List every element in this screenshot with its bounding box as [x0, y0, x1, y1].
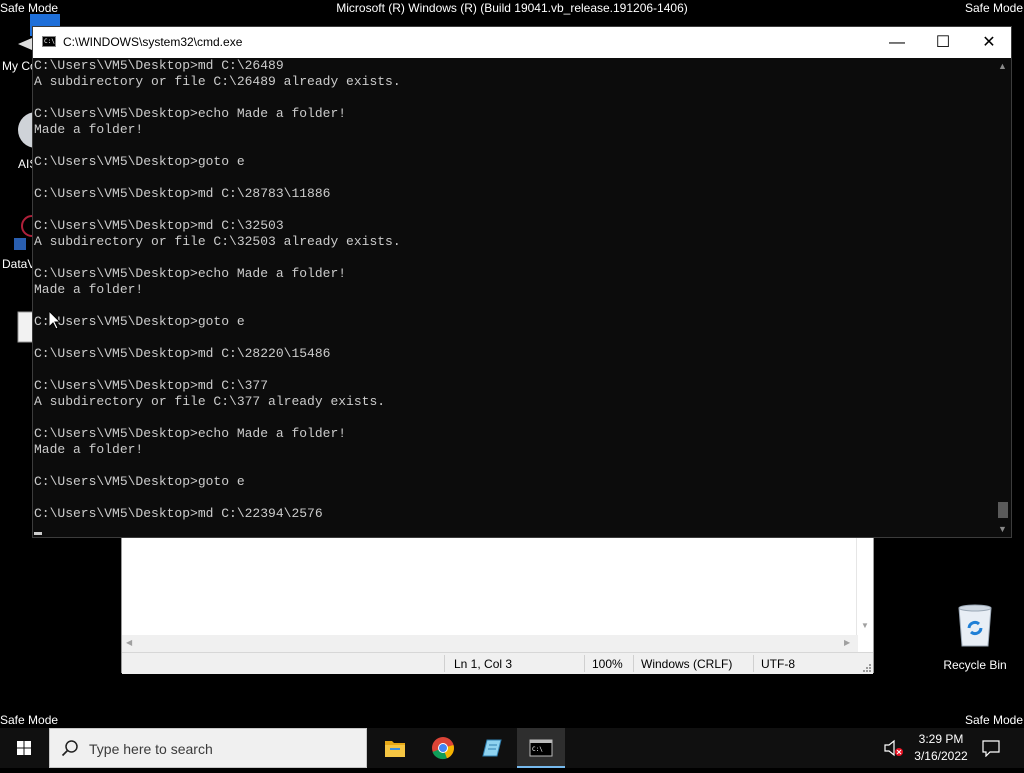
taskbar-search-box[interactable]: Type here to search: [49, 728, 367, 768]
status-divider: [633, 655, 634, 672]
scrollbar-thumb[interactable]: [998, 502, 1008, 518]
status-divider: [444, 655, 445, 672]
mouse-pointer-icon: [48, 309, 62, 335]
notepad-window[interactable]: ▼ ◀ ▶ Ln 1, Col 3 100% Windows (CRLF) UT…: [121, 536, 874, 674]
status-line-ending: Windows (CRLF): [641, 657, 733, 671]
console-line: C:\Users\VM5\Desktop>md C:\22394\2576: [34, 506, 323, 521]
scroll-right-arrow-icon[interactable]: ▶: [844, 638, 850, 647]
system-clock[interactable]: 3:29 PM 3/16/2022: [912, 731, 970, 765]
scroll-down-arrow-icon[interactable]: ▼: [994, 523, 1011, 535]
taskbar-notepad[interactable]: [467, 728, 515, 768]
maximize-button[interactable]: ☐: [920, 27, 966, 58]
windows-build-text: Microsoft (R) Windows (R) (Build 19041.v…: [336, 1, 688, 15]
cmd-icon: C:\: [529, 739, 553, 757]
resize-grip-icon[interactable]: [863, 661, 871, 672]
status-divider: [753, 655, 754, 672]
console-line: Made a folder!: [34, 122, 144, 137]
start-button[interactable]: [0, 728, 48, 768]
console-line: Made a folder!: [34, 442, 144, 457]
desktop-icon-label-dataview: DataV: [2, 257, 36, 271]
clock-date: 3/16/2022: [914, 749, 968, 763]
action-center-icon[interactable]: [982, 739, 1000, 762]
clock-time: 3:29 PM: [918, 732, 964, 746]
notepad-status-bar: Ln 1, Col 3 100% Windows (CRLF) UTF-8: [122, 652, 873, 674]
taskbar-chrome[interactable]: [419, 728, 467, 768]
window-title: C:\WINDOWS\system32\cmd.exe: [63, 35, 243, 49]
recycle-bin-icon: [943, 602, 1007, 653]
taskbar-file-explorer[interactable]: [371, 728, 419, 768]
console-line: C:\Users\VM5\Desktop>md C:\32503: [34, 218, 284, 233]
console-line: A subdirectory or file C:\32503 already …: [34, 234, 401, 249]
minimize-button[interactable]: —: [874, 27, 920, 58]
safe-mode-label-bottom-left: Safe Mode: [0, 713, 59, 727]
windows-logo-icon: [17, 741, 31, 755]
cmd-title-bar[interactable]: C:\ C:\WINDOWS\system32\cmd.exe — ☐ ✕: [33, 27, 1011, 58]
console-line: C:\Users\VM5\Desktop>goto e: [34, 154, 245, 169]
console-line: C:\Users\VM5\Desktop>goto e: [34, 314, 245, 329]
text-cursor: [34, 532, 42, 535]
console-line: C:\Users\VM5\Desktop>md C:\377: [34, 378, 269, 393]
status-cursor-position: Ln 1, Col 3: [454, 657, 513, 671]
taskbar: Type here to search C:\ 3:29 PM 3/16/202…: [0, 728, 1024, 768]
notepad-icon: [482, 739, 502, 757]
svg-text:C:\: C:\: [532, 746, 543, 753]
recycle-bin-shortcut[interactable]: Recycle Bin: [943, 602, 1007, 672]
scroll-up-arrow-icon[interactable]: ▲: [994, 60, 1011, 72]
volume-muted-icon[interactable]: [884, 739, 904, 762]
scroll-left-arrow-icon[interactable]: ◀: [126, 638, 132, 647]
status-zoom: 100%: [592, 657, 623, 671]
console-line: C:\Users\VM5\Desktop>echo Made a folder!: [34, 266, 347, 281]
taskbar-cmd[interactable]: C:\: [517, 728, 565, 768]
scroll-down-arrow-icon[interactable]: ▼: [861, 621, 869, 630]
console-line: Made a folder!: [34, 282, 144, 297]
console-line: A subdirectory or file C:\26489 already …: [34, 74, 401, 89]
console-line: C:\Users\VM5\Desktop>md C:\28783\11886: [34, 186, 331, 201]
safe-mode-label-bottom-right: Safe Mode: [964, 713, 1023, 727]
console-output[interactable]: C:\Users\VM5\Desktop>md C:\26489 A subdir…: [34, 58, 994, 536]
console-line: C:\Users\VM5\Desktop>md C:\26489: [34, 58, 284, 73]
status-divider: [584, 655, 585, 672]
notepad-vertical-scrollbar[interactable]: ▼: [856, 537, 873, 635]
cmd-app-icon: C:\: [42, 36, 56, 47]
console-line: A subdirectory or file C:\377 already ex…: [34, 394, 386, 409]
search-placeholder: Type here to search: [89, 741, 213, 757]
chrome-icon: [432, 737, 454, 760]
close-button[interactable]: ✕: [966, 27, 1012, 58]
console-line: C:\Users\VM5\Desktop>md C:\28220\15486: [34, 346, 331, 361]
cmd-vertical-scrollbar[interactable]: ▲ ▼: [994, 58, 1011, 537]
cmd-window[interactable]: C:\ C:\WINDOWS\system32\cmd.exe — ☐ ✕ C:…: [32, 26, 1012, 538]
notepad-horizontal-scrollbar[interactable]: ◀ ▶: [122, 635, 858, 652]
search-icon: [61, 739, 79, 762]
recycle-bin-label: Recycle Bin: [943, 658, 1007, 672]
console-line: C:\Users\VM5\Desktop>goto e: [34, 474, 245, 489]
console-text: C:\Users\VM5\Desktop>md C:\26489 A subdir…: [34, 58, 401, 522]
folder-icon: [385, 741, 405, 757]
console-line: C:\Users\VM5\Desktop>echo Made a folder!: [34, 426, 347, 441]
console-line: C:\Users\VM5\Desktop>echo Made a folder!: [34, 106, 347, 121]
status-encoding: UTF-8: [761, 657, 795, 671]
